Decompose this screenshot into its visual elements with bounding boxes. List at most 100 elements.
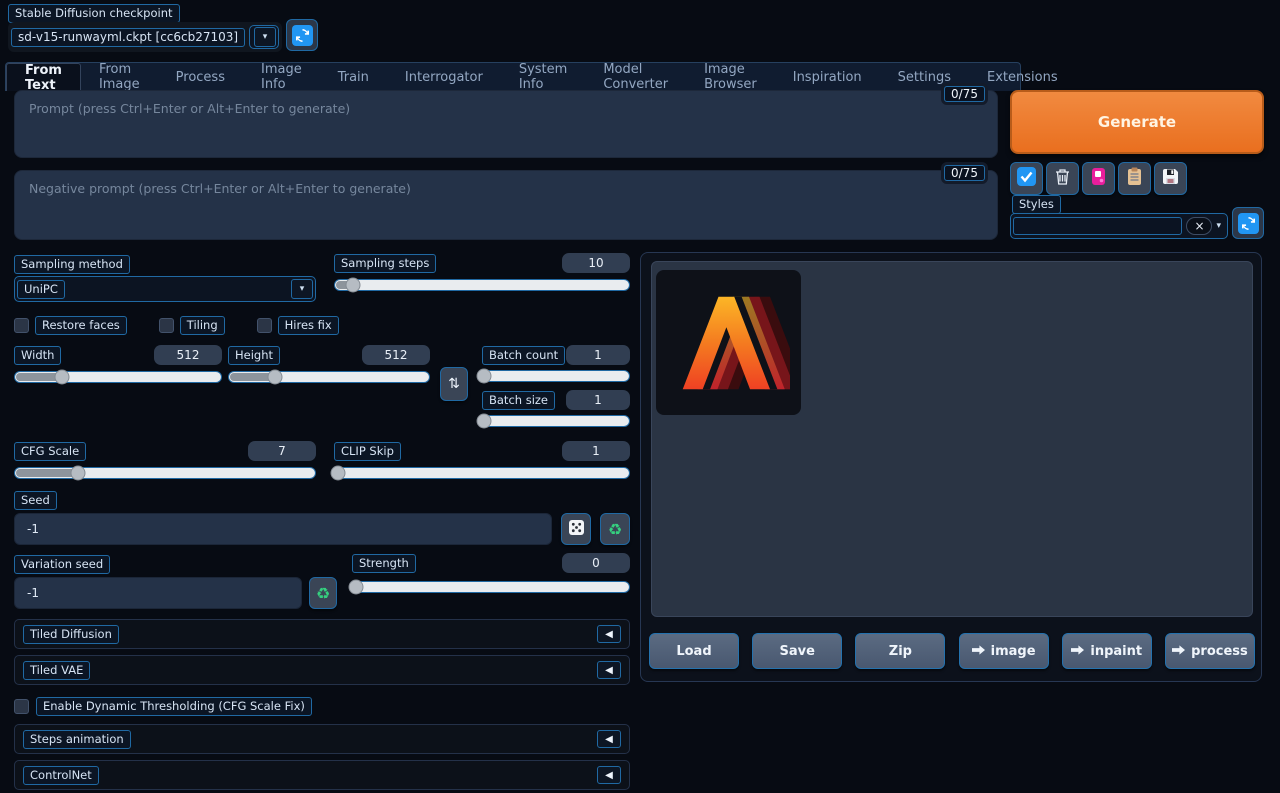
tab-process[interactable]: Process bbox=[158, 63, 243, 91]
batch-size-label: Batch size bbox=[482, 391, 555, 410]
clip-skip-slider[interactable] bbox=[334, 467, 630, 479]
negative-prompt-input[interactable] bbox=[14, 170, 998, 240]
width-value[interactable]: 512 bbox=[154, 345, 222, 365]
refresh-icon bbox=[1238, 213, 1259, 234]
batch-count-slider[interactable] bbox=[482, 370, 630, 382]
clip-skip-value[interactable]: 1 bbox=[562, 441, 630, 461]
extra-networks-button[interactable] bbox=[1082, 162, 1115, 195]
collapse-arrow-icon[interactable]: ◀ bbox=[597, 766, 621, 784]
checkpoint-secondary-dropdown[interactable]: ▾ bbox=[249, 25, 279, 49]
strength-label: Strength bbox=[352, 554, 416, 573]
checkpoint-dropdown[interactable]: sd-v15-runwayml.ckpt [cc6cb27103] bbox=[11, 28, 245, 47]
collapse-arrow-icon[interactable]: ◀ bbox=[597, 730, 621, 748]
tab-from-image[interactable]: From Image bbox=[81, 63, 158, 91]
tiling-checkbox[interactable] bbox=[159, 318, 174, 333]
height-slider[interactable] bbox=[228, 371, 430, 383]
sampling-method-value: UniPC bbox=[17, 280, 65, 299]
sampling-method-dropdown[interactable]: UniPC ▾ bbox=[14, 276, 316, 302]
slider-handle[interactable] bbox=[477, 369, 492, 384]
prompt-input[interactable] bbox=[14, 90, 998, 158]
tiled-diffusion-accordion[interactable]: Tiled Diffusion ◀ bbox=[14, 619, 630, 649]
tiled-vae-accordion[interactable]: Tiled VAE ◀ bbox=[14, 655, 630, 685]
stable-diffusion-webui: Stable Diffusion checkpoint sd-v15-runwa… bbox=[0, 0, 1280, 793]
collapse-arrow-icon[interactable]: ◀ bbox=[597, 625, 621, 643]
slider-handle[interactable] bbox=[71, 466, 86, 481]
trash-icon bbox=[1054, 168, 1071, 190]
cfg-scale-slider[interactable] bbox=[14, 467, 316, 479]
sampling-steps-value[interactable]: 10 bbox=[562, 253, 630, 273]
slider-handle[interactable] bbox=[477, 414, 492, 429]
slider-handle[interactable] bbox=[268, 370, 283, 385]
tab-image-browser[interactable]: Image Browser bbox=[686, 63, 775, 91]
cfg-scale-value[interactable]: 7 bbox=[248, 441, 316, 461]
seed-input[interactable] bbox=[14, 513, 552, 545]
tab-inspiration[interactable]: Inspiration bbox=[775, 63, 880, 91]
generate-button[interactable]: Generate bbox=[1010, 90, 1264, 154]
hires-fix-checkbox[interactable] bbox=[257, 318, 272, 333]
slider-handle[interactable] bbox=[345, 278, 360, 293]
refresh-checkpoints-button[interactable] bbox=[286, 19, 318, 51]
clear-styles-icon[interactable]: × bbox=[1186, 217, 1212, 235]
tab-train[interactable]: Train bbox=[320, 63, 387, 91]
chevron-down-icon[interactable]: ▾ bbox=[291, 279, 313, 299]
recycle-icon: ♻ bbox=[608, 520, 622, 539]
clear-prompt-button[interactable] bbox=[1046, 162, 1079, 195]
batch-count-value[interactable]: 1 bbox=[566, 345, 630, 365]
apply-styles-button[interactable] bbox=[1118, 162, 1151, 195]
hires-fix-label: Hires fix bbox=[278, 316, 339, 335]
prompt-tool-buttons bbox=[1010, 162, 1187, 195]
chevron-down-icon[interactable]: ▾ bbox=[1212, 221, 1225, 231]
height-label: Height bbox=[228, 346, 280, 365]
restore-faces-checkbox[interactable] bbox=[14, 318, 29, 333]
batch-count-label: Batch count bbox=[482, 346, 565, 365]
height-value[interactable]: 512 bbox=[362, 345, 430, 365]
dynamic-thresholding-checkbox[interactable] bbox=[14, 699, 29, 714]
reuse-variation-seed-button[interactable]: ♻ bbox=[309, 577, 337, 609]
load-button[interactable]: Load bbox=[649, 633, 739, 669]
main-tab-bar: From Text From Image Process Image Info … bbox=[5, 62, 1021, 91]
dice-icon bbox=[568, 519, 585, 540]
width-slider[interactable] bbox=[14, 371, 222, 383]
apply-params-button[interactable] bbox=[1010, 162, 1043, 195]
save-button[interactable]: Save bbox=[752, 633, 842, 669]
checkpoint-label: Stable Diffusion checkpoint bbox=[8, 4, 180, 23]
styles-dropdown[interactable]: × ▾ bbox=[1010, 213, 1228, 239]
styles-value[interactable] bbox=[1013, 217, 1182, 235]
steps-animation-accordion[interactable]: Steps animation ◀ bbox=[14, 724, 630, 754]
tab-model-converter[interactable]: Model Converter bbox=[585, 63, 686, 91]
strength-value[interactable]: 0 bbox=[562, 553, 630, 573]
send-to-process-button[interactable]: process bbox=[1165, 633, 1255, 669]
tab-extensions[interactable]: Extensions bbox=[969, 63, 1076, 91]
batch-size-slider[interactable] bbox=[482, 415, 630, 427]
dynamic-thresholding-label: Enable Dynamic Thresholding (CFG Scale F… bbox=[36, 697, 312, 716]
recycle-icon: ♻ bbox=[316, 584, 330, 603]
save-style-button[interactable] bbox=[1154, 162, 1187, 195]
refresh-styles-button[interactable] bbox=[1232, 207, 1264, 239]
arrow-right-icon bbox=[1172, 644, 1185, 659]
tab-system-info[interactable]: System Info bbox=[501, 63, 585, 91]
chevron-down-icon[interactable]: ▾ bbox=[254, 27, 276, 47]
prompt-token-counter: 0/75 bbox=[944, 86, 985, 102]
tab-image-info[interactable]: Image Info bbox=[243, 63, 320, 91]
sampling-steps-slider[interactable] bbox=[334, 279, 630, 291]
slider-handle[interactable] bbox=[348, 580, 363, 595]
send-to-image-button[interactable]: image bbox=[959, 633, 1049, 669]
tiled-diffusion-label: Tiled Diffusion bbox=[23, 625, 119, 644]
tab-interrogator[interactable]: Interrogator bbox=[387, 63, 501, 91]
variation-seed-input[interactable] bbox=[14, 577, 302, 609]
strength-slider[interactable] bbox=[352, 581, 630, 593]
reuse-seed-button[interactable]: ♻ bbox=[600, 513, 630, 545]
controlnet-label: ControlNet bbox=[23, 766, 99, 785]
image-preview-area[interactable] bbox=[651, 261, 1253, 617]
controlnet-accordion[interactable]: ControlNet ◀ bbox=[14, 760, 630, 790]
slider-handle[interactable] bbox=[330, 466, 345, 481]
swap-width-height-button[interactable]: ⇅ bbox=[440, 367, 468, 401]
tab-from-text[interactable]: From Text bbox=[6, 63, 81, 91]
random-seed-button[interactable] bbox=[561, 513, 591, 545]
zip-button[interactable]: Zip bbox=[855, 633, 945, 669]
slider-handle[interactable] bbox=[55, 370, 70, 385]
preview-thumbnail[interactable] bbox=[656, 270, 801, 415]
collapse-arrow-icon[interactable]: ◀ bbox=[597, 661, 621, 679]
send-to-inpaint-button[interactable]: inpaint bbox=[1062, 633, 1152, 669]
batch-size-value[interactable]: 1 bbox=[566, 390, 630, 410]
